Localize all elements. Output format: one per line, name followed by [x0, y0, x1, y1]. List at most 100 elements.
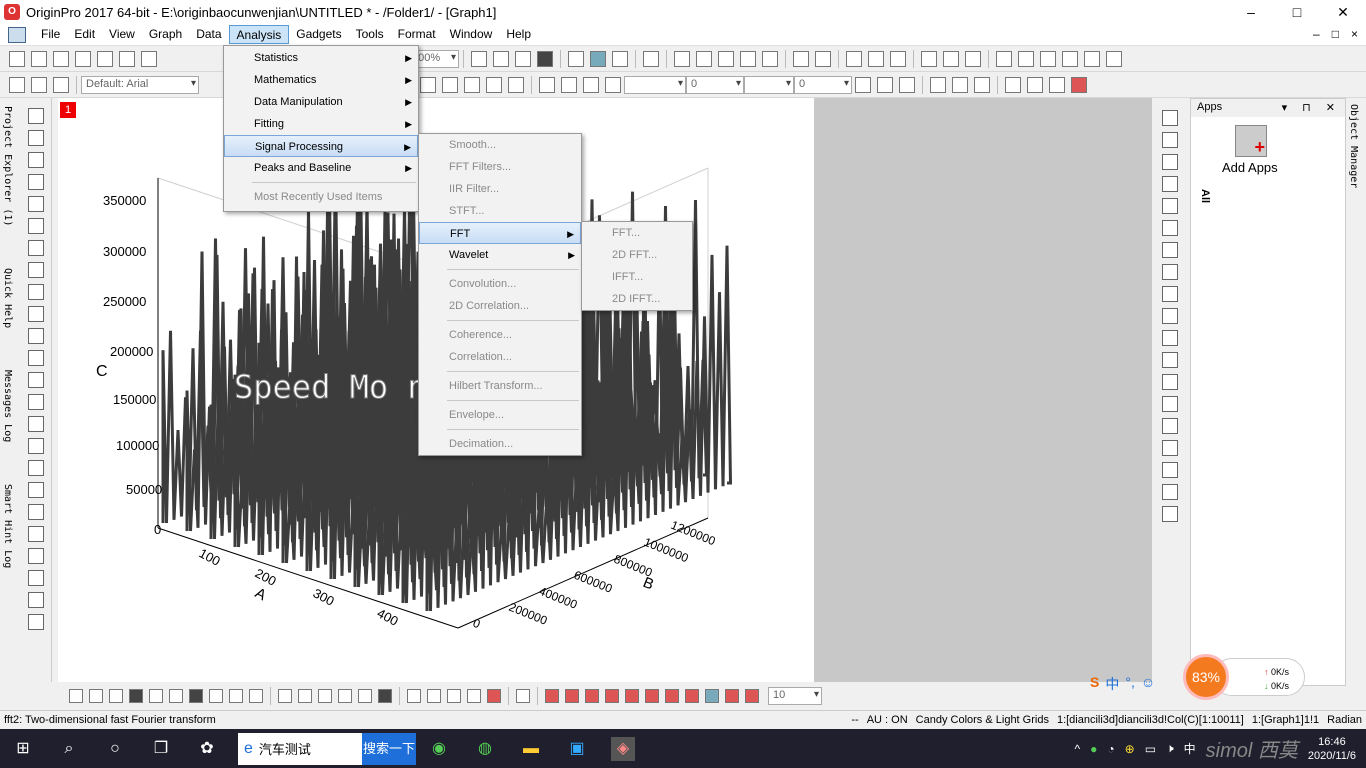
grid-layout-icon[interactable] [1162, 308, 1178, 324]
text-format-icon[interactable] [1027, 76, 1043, 93]
clock[interactable]: 16:46 2020/11/6 [1308, 735, 1356, 763]
group-icon[interactable] [1162, 440, 1178, 456]
menu-item-stft[interactable]: STFT... [419, 200, 581, 222]
status-au[interactable]: AU : ON [867, 714, 908, 726]
3d-bar-icon[interactable] [278, 689, 292, 703]
tray-network-icon[interactable]: ▭ [1145, 742, 1156, 756]
export-icon[interactable] [493, 50, 509, 67]
tray-plus-icon[interactable]: ⊕ [1125, 742, 1135, 756]
layer-icon[interactable] [447, 689, 461, 703]
same-size-icon[interactable] [1162, 396, 1178, 412]
arrow-up-icon[interactable] [565, 689, 579, 703]
light-icon[interactable] [605, 76, 621, 93]
cut-icon[interactable] [9, 76, 25, 93]
fit-frame-icon[interactable] [705, 689, 719, 703]
menu-item-signal-processing[interactable]: Signal Processing ▶ [224, 135, 418, 157]
menu-item-fft-filters[interactable]: FFT Filters... [419, 156, 581, 178]
menu-help[interactable]: Help [499, 25, 538, 44]
layout-icon[interactable] [1162, 242, 1178, 258]
arrow-down-icon[interactable] [545, 689, 559, 703]
file-explorer-icon[interactable]: ▬ [519, 737, 543, 761]
menu-item-2d-ifft[interactable]: 2D IFFT... [582, 288, 692, 310]
line-style-combo[interactable] [624, 75, 686, 94]
ime-punct[interactable]: °, [1125, 674, 1135, 694]
script-tool-icon[interactable] [27, 416, 44, 432]
tab-messages-log[interactable]: Messages Log [2, 370, 13, 442]
find-icon[interactable] [696, 50, 712, 67]
move-down-icon[interactable] [645, 689, 659, 703]
axis-y-icon[interactable] [1162, 154, 1178, 170]
new-notes-icon[interactable] [141, 50, 157, 67]
rotate-view-icon[interactable] [1162, 198, 1178, 214]
menu-item-smooth[interactable]: Smooth... [419, 134, 581, 156]
windows-start-icon[interactable]: ⊞ [11, 737, 35, 761]
browser-search-button[interactable]: 搜索一下 [362, 732, 416, 765]
wifi-icon[interactable]: ◔ [1107, 742, 1114, 756]
wps-icon[interactable]: ▣ [565, 737, 589, 761]
menu-data[interactable]: Data [189, 25, 228, 44]
network-speed-widget[interactable]: ↑ 0K/s ↓ 0K/s 83% [1183, 654, 1307, 700]
line-color-icon[interactable] [583, 76, 599, 93]
filter-icon[interactable] [921, 50, 937, 67]
histogram-icon[interactable] [890, 50, 906, 67]
statistics-icon[interactable] [793, 50, 809, 67]
menu-item-convolution[interactable]: Convolution... [419, 273, 581, 295]
child-restore-button[interactable]: □ [1332, 27, 1339, 41]
apps-panel-controls[interactable]: ▾ ⊓ ✕ [1282, 101, 1341, 114]
import-wizard-icon[interactable] [674, 50, 690, 67]
tray-language[interactable]: 中 [1184, 740, 1196, 757]
tab-object-manager[interactable]: Object Manager [1348, 104, 1359, 188]
child-minimize-button[interactable]: – [1313, 27, 1320, 41]
menu-item-coherence[interactable]: Coherence... [419, 324, 581, 346]
set-none-icon[interactable] [1084, 50, 1100, 67]
menu-edit[interactable]: Edit [67, 25, 102, 44]
data-reader-icon[interactable] [27, 196, 44, 212]
add-layer-icon[interactable] [762, 50, 778, 67]
minimize-button[interactable]: – [1228, 0, 1274, 24]
ungroup-icon[interactable] [1162, 462, 1178, 478]
task-view-icon[interactable]: ❐ [149, 737, 173, 761]
smile-icon[interactable]: ☺ [1141, 674, 1155, 694]
tray-360-icon[interactable]: ● [1090, 742, 1097, 756]
maximize-button[interactable]: □ [1274, 0, 1320, 24]
align-top-icon[interactable] [1162, 352, 1178, 368]
sogou-ime-icon[interactable]: S [1090, 674, 1099, 694]
insert-graph-icon[interactable] [27, 548, 44, 564]
set-z-icon[interactable] [1040, 50, 1056, 67]
line-plot-icon[interactable] [69, 689, 83, 703]
table-icon[interactable] [899, 76, 915, 93]
align-bottom-icon[interactable] [1162, 374, 1178, 390]
pointer-icon[interactable] [27, 108, 44, 124]
code-builder-icon[interactable] [568, 50, 584, 67]
scatter-plot-icon[interactable] [89, 689, 103, 703]
add-apps-label[interactable]: Add Apps [1222, 160, 1278, 175]
menu-item-fft[interactable]: FFT ▶ [419, 222, 581, 244]
set-y-icon[interactable] [1018, 50, 1034, 67]
arrange-icon[interactable] [1162, 264, 1178, 280]
3d-wall-icon[interactable] [298, 689, 312, 703]
magnifier-icon[interactable] [27, 526, 44, 542]
border-icon[interactable] [877, 76, 893, 93]
3d-grid-icon[interactable] [338, 689, 352, 703]
mask-icon[interactable] [27, 262, 44, 278]
close-button[interactable]: ✕ [1320, 0, 1366, 24]
rectangle-tool-icon[interactable] [27, 372, 44, 388]
3d-surface-icon[interactable] [1162, 110, 1178, 126]
text-tool-icon[interactable] [27, 284, 44, 300]
column-chart-icon[interactable] [129, 689, 143, 703]
zoom-in-icon[interactable] [27, 130, 44, 146]
copy-icon[interactable] [31, 76, 47, 93]
line-width-combo[interactable]: 0 [686, 75, 744, 94]
axis-z-icon[interactable] [1162, 176, 1178, 192]
menu-gadgets[interactable]: Gadgets [289, 25, 348, 44]
rotate-cw-icon[interactable] [665, 689, 679, 703]
grid-icon[interactable] [855, 76, 871, 93]
pattern-icon[interactable] [561, 76, 577, 93]
reset-view-icon[interactable] [745, 689, 759, 703]
status-theme[interactable]: Candy Colors & Light Grids [916, 714, 1049, 726]
fill-style-combo[interactable] [744, 75, 794, 94]
zoom-out-icon[interactable] [27, 152, 44, 168]
child-close-button[interactable]: × [1351, 27, 1358, 41]
box-plot-icon[interactable] [229, 689, 243, 703]
rotate-ccw-icon[interactable] [685, 689, 699, 703]
